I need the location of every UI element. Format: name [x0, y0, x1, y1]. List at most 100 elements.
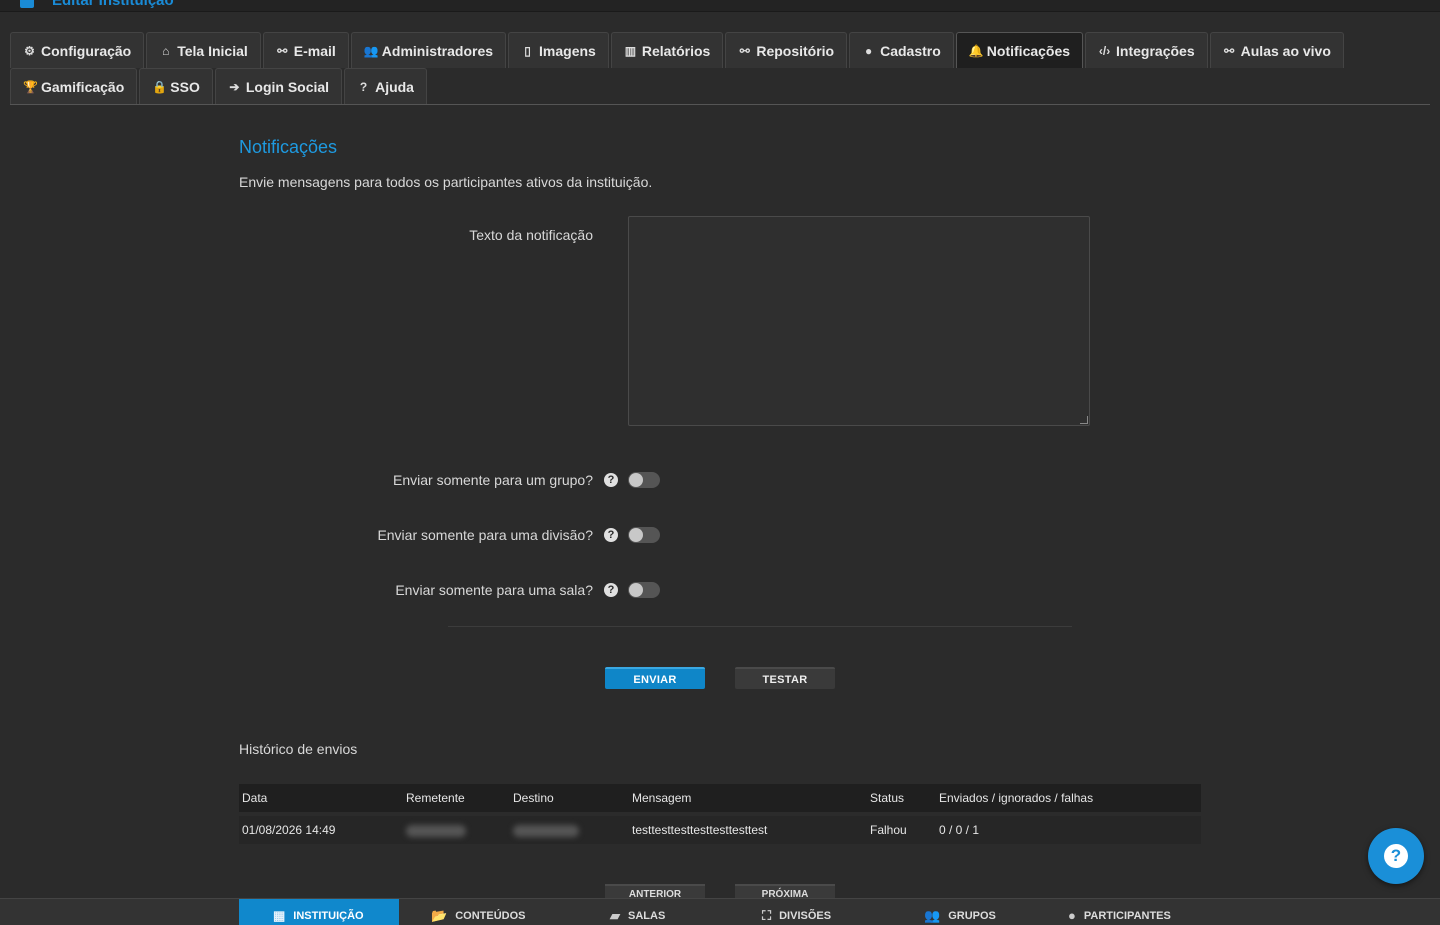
tabs-divider — [10, 104, 1430, 105]
bar-chart-icon: ▥ — [624, 43, 637, 58]
option-label: Enviar somente para uma divisão? — [377, 527, 593, 543]
top-header: Editar Instituição — [0, 0, 1440, 12]
tab-relatórios[interactable]: ▥ Relatórios — [610, 32, 724, 68]
nav-label: CONTEÚDOS — [455, 909, 526, 922]
trophy-icon: 🏆 — [23, 79, 38, 94]
section-description: Envie mensagens para todos os participan… — [239, 174, 653, 190]
code-icon: ‹/› — [1098, 43, 1111, 58]
tab-label: Gamificação — [41, 78, 125, 95]
option-toggle[interactable] — [628, 472, 660, 488]
nav-label: DIVISÕES — [779, 909, 832, 922]
history-title: Histórico de envios — [239, 741, 358, 757]
tab-tela-inicial[interactable]: ⌂ Tela Inicial — [146, 32, 261, 68]
tab-e-mail[interactable]: ⚯ E-mail — [262, 32, 349, 68]
sign-in-icon: ➔ — [229, 79, 240, 94]
tab-row-1: ⚙ Configuração ⌂ Tela Inicial ⚯ E-mail 👥 Admini… — [10, 32, 1430, 68]
home-icon: ⌂ — [162, 43, 170, 58]
tab-repositório[interactable]: ⚯ Repositório — [725, 32, 848, 68]
folder-open-icon: 📂 — [431, 907, 448, 923]
sitemap-icon: ⛶ — [762, 907, 772, 923]
building-icon: ▦ — [273, 907, 286, 923]
tab-cadastro[interactable]: ● Cadastro — [849, 32, 954, 68]
user-icon: ● — [864, 43, 873, 58]
option-toggle[interactable] — [628, 582, 660, 598]
cell-date: 01/08/2026 14:49 — [242, 823, 336, 837]
help-icon[interactable]: ? — [604, 528, 618, 542]
book-icon: ▰ — [610, 907, 620, 923]
notification-text-input[interactable] — [628, 216, 1090, 426]
link-icon: ⚯ — [1224, 43, 1235, 58]
tab-label: Imagens — [539, 42, 596, 59]
link-icon: ⚯ — [739, 43, 750, 58]
help-icon[interactable]: ? — [604, 473, 618, 487]
form-divider — [448, 626, 1072, 627]
tab-label: SSO — [170, 78, 200, 95]
tab-label: Integrações — [1116, 42, 1195, 59]
tab-label: Cadastro — [880, 42, 941, 59]
nav-grupos[interactable]: 👥 GRUPOS — [924, 899, 1024, 925]
cell-destination-redacted — [513, 816, 579, 844]
test-button[interactable]: TESTAR — [735, 667, 835, 689]
next-page-button[interactable]: PRÓXIMA — [735, 884, 835, 898]
option-label: Enviar somente para uma sala? — [395, 582, 593, 598]
tab-sso[interactable]: 🔒 SSO — [139, 68, 213, 104]
nav-label: PARTICIPANTES — [1083, 909, 1171, 922]
tab-label: Aulas ao vivo — [1240, 42, 1331, 59]
nav-label: GRUPOS — [948, 909, 996, 922]
user-icon: ● — [1068, 908, 1076, 923]
column-header-counts: Enviados / ignorados / falhas — [939, 791, 1094, 805]
tab-label: E-mail — [293, 42, 336, 59]
tab-gamificação[interactable]: 🏆 Gamificação — [10, 68, 138, 104]
tab-label: Relatórios — [641, 42, 711, 59]
cell-message: testtesttesttesttesttesttest — [632, 823, 768, 837]
tab-administradores[interactable]: 👥 Administradores — [350, 32, 507, 68]
help-icon[interactable]: ? — [604, 583, 618, 597]
nav-label: SALAS — [628, 909, 666, 922]
gears-icon: ⚙ — [24, 43, 35, 58]
tab-configuração[interactable]: ⚙ Configuração — [10, 32, 145, 68]
file-icon: ▯ — [524, 43, 531, 58]
nav-label: INSTITUIÇÃO — [293, 909, 364, 922]
settings-tabs: ⚙ Configuração ⌂ Tela Inicial ⚯ E-mail 👥 Admini… — [10, 32, 1430, 104]
nav-divisões[interactable]: ⛶ DIVISÕES — [762, 899, 872, 925]
tab-login-social[interactable]: ➔ Login Social — [214, 68, 343, 104]
send-button[interactable]: ENVIAR — [605, 667, 705, 689]
lock-icon: 🔒 — [152, 79, 168, 94]
option-toggle[interactable] — [628, 527, 660, 543]
toggle-knob — [629, 528, 643, 542]
question-icon: ? — [1384, 844, 1408, 868]
nav-salas[interactable]: ▰ SALAS — [610, 899, 710, 925]
column-header-status: Status — [870, 791, 905, 805]
table-header: Data Remetente Destino Mensagem Status E… — [239, 784, 1201, 812]
cell-sender-redacted — [406, 816, 466, 844]
tab-aulas-ao-vivo[interactable]: ⚯ Aulas ao vivo — [1209, 32, 1344, 68]
tab-label: Ajuda — [375, 78, 414, 95]
column-header-message: Mensagem — [632, 791, 692, 805]
tab-label: Notificações — [986, 42, 1071, 59]
question-circle-icon: ? — [359, 79, 368, 94]
nav-instituição[interactable]: ▦ INSTITUIÇÃO — [239, 899, 399, 925]
column-header-date: Data — [242, 791, 268, 805]
nav-conteúdos[interactable]: 📂 CONTEÚDOS — [431, 899, 561, 925]
nav-participantes[interactable]: ● PARTICIPANTES — [1068, 899, 1198, 925]
page-title: Editar Instituição — [52, 0, 174, 9]
cell-status: Falhou — [870, 823, 907, 837]
toggle-knob — [629, 473, 643, 487]
help-fab-button[interactable]: ? — [1368, 828, 1424, 884]
tab-imagens[interactable]: ▯ Imagens — [508, 32, 609, 68]
toggle-knob — [629, 583, 643, 597]
institution-icon — [20, 0, 34, 8]
tab-row-2: 🏆 Gamificação 🔒 SSO ➔ Login Social? Ajuda — [10, 68, 1430, 104]
bell-icon: 🔔 — [968, 43, 984, 58]
tab-label: Tela Inicial — [177, 42, 248, 59]
tab-notificações[interactable]: 🔔 Notificações — [955, 32, 1084, 68]
users-icon: 👥 — [924, 907, 941, 923]
textarea-resize-handle[interactable] — [1080, 416, 1088, 424]
column-header-sender: Remetente — [406, 791, 465, 805]
option-label: Enviar somente para um grupo? — [393, 472, 593, 488]
section-title: Notificações — [239, 137, 338, 157]
tab-ajuda[interactable]: ? Ajuda — [344, 68, 427, 104]
previous-page-button[interactable]: ANTERIOR — [605, 884, 705, 898]
table-row: 01/08/2026 14:49 testtesttesttesttesttes… — [239, 816, 1201, 844]
tab-integrações[interactable]: ‹/› Integrações — [1085, 32, 1208, 68]
